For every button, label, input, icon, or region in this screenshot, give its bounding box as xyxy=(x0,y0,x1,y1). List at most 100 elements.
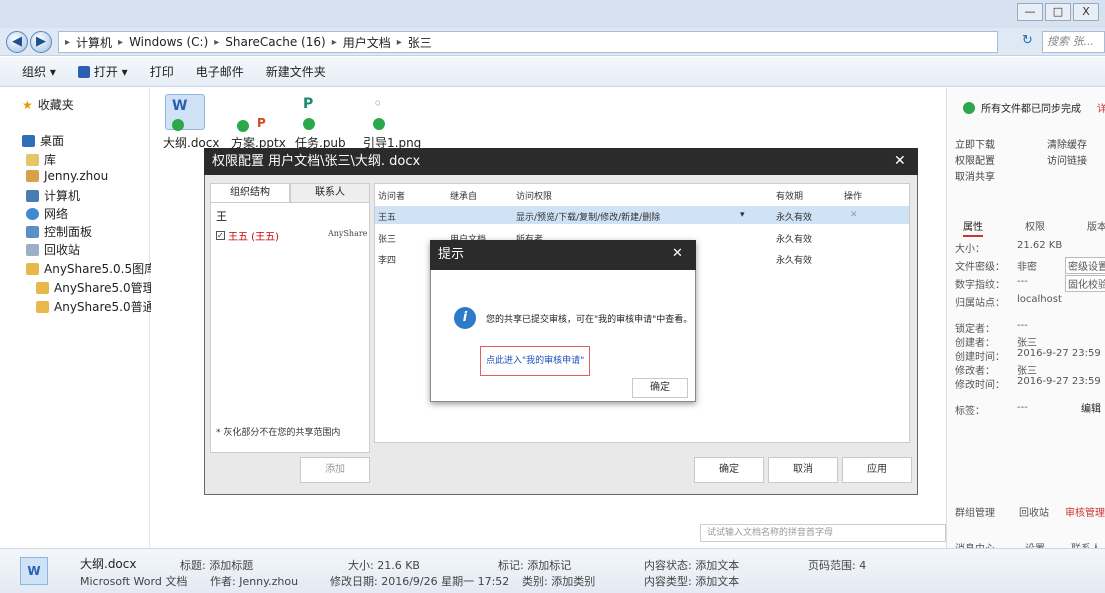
tab-properties[interactable]: 属性 xyxy=(963,218,983,237)
delete-row-button[interactable]: ✕ xyxy=(850,210,858,220)
breadcrumb-computer[interactable]: 计算机 xyxy=(76,34,112,51)
detail-link[interactable]: 详 xyxy=(1097,100,1105,115)
sidebar-item-anyshare-lib[interactable]: AnyShare5.0.5图库 xyxy=(26,260,156,277)
file-item-pptx[interactable]: P xyxy=(235,96,275,132)
info-icon: i xyxy=(454,307,476,329)
add-button[interactable]: 添加 xyxy=(300,457,370,483)
back-button[interactable]: ◀ xyxy=(6,31,28,53)
clear-cache-button[interactable]: 清除缓存 xyxy=(1047,136,1087,151)
sidebar-item-recycle[interactable]: 回收站 xyxy=(26,241,80,258)
my-audit-request-link[interactable]: 点此进入"我的审核申请" xyxy=(480,346,590,376)
folder-icon xyxy=(36,281,49,294)
breadcrumb-zhangsan[interactable]: 张三 xyxy=(408,34,432,51)
secret-level-button[interactable]: 密级设置 xyxy=(1065,257,1105,274)
details-category[interactable]: 类别: 添加类别 xyxy=(522,573,595,589)
file-item-png[interactable]: ◦ xyxy=(369,92,409,130)
dropdown-icon[interactable]: ▾ xyxy=(740,210,745,220)
star-icon: ★ xyxy=(22,97,33,112)
details-pane: W 大纲.docx Microsoft Word 文档 标题: 添加标题 作者:… xyxy=(0,548,1105,593)
tags-value: --- xyxy=(1017,402,1028,413)
chevron-right-icon: ▸ xyxy=(331,36,337,48)
download-now-button[interactable]: 立即下载 xyxy=(955,136,995,151)
access-link-button[interactable]: 访问链接 xyxy=(1047,152,1087,167)
sidebar-label: 网络 xyxy=(44,207,69,221)
permission-config-button[interactable]: 权限配置 xyxy=(955,152,995,167)
nav-audit-manage[interactable]: 审核管理 xyxy=(1065,504,1105,519)
cancel-share-button[interactable]: 取消共享 xyxy=(955,168,995,183)
cell-expiry[interactable]: 永久有效 xyxy=(776,210,812,223)
details-filetype: Microsoft Word 文档 xyxy=(80,575,188,588)
sidebar-item-favorites[interactable]: ★ 收藏夹 xyxy=(22,96,74,113)
print-button[interactable]: 打印 xyxy=(150,63,174,80)
search-input[interactable]: 搜索 张... xyxy=(1042,31,1105,53)
cell-expiry: 永久有效 xyxy=(776,256,813,266)
cancel-button[interactable]: 取消 xyxy=(768,457,838,483)
sidebar-label: 计算机 xyxy=(44,189,81,203)
meta-key: 锁定者： xyxy=(955,324,995,335)
open-menu[interactable]: 打开 ▾ xyxy=(77,63,128,80)
col-operation: 操作 xyxy=(844,192,863,202)
tab-permissions[interactable]: 权限 xyxy=(1025,218,1045,233)
recycle-bin-icon xyxy=(26,243,39,256)
apply-button[interactable]: 应用 xyxy=(842,457,912,483)
prop-key: 归属站点： xyxy=(955,298,1005,309)
org-search-input[interactable]: 王 xyxy=(216,208,227,224)
fixation-check-button[interactable]: 固化校验 xyxy=(1065,275,1105,292)
checkbox-icon[interactable]: ✓ xyxy=(216,231,225,240)
breadcrumb-drive[interactable]: Windows (C:) xyxy=(129,35,208,49)
check-circle-icon xyxy=(963,101,975,114)
maximize-button[interactable]: □ xyxy=(1045,3,1071,21)
navigation-pane: ★ 收藏夹 桌面 库 Jenny.zhou 计算机 网络 控制面板 回收站 Any… xyxy=(0,88,179,548)
address-bar[interactable]: ▸ 计算机 ▸ Windows (C:) ▸ ShareCache (16) ▸ 用户… xyxy=(58,31,998,53)
details-content-status[interactable]: 内容状态: 添加文本 xyxy=(644,557,739,573)
breadcrumb-sharecache[interactable]: ShareCache (16) xyxy=(225,35,325,49)
minimize-button[interactable]: — xyxy=(1017,3,1043,21)
image-icon: ◦ xyxy=(373,94,383,113)
details-content-type[interactable]: 内容类型: 添加文本 xyxy=(644,573,739,589)
tab-versions[interactable]: 版本 xyxy=(1087,218,1105,233)
cell-permission[interactable]: 显示/预览/下载/复制/修改/新建/删除 xyxy=(516,210,660,223)
dialog-close-button[interactable]: ✕ xyxy=(894,153,906,169)
tree-item[interactable]: ✓ 王五 (王五) xyxy=(216,228,279,243)
meta-key: 创建者： xyxy=(955,338,995,349)
sidebar-item-control-panel[interactable]: 控制面板 xyxy=(26,223,92,240)
word-icon: W xyxy=(172,98,188,114)
edit-tags-button[interactable]: 编辑 xyxy=(1081,400,1101,415)
sidebar-item-library[interactable]: 库 xyxy=(26,151,56,168)
sync-status: 所有文件都已同步完成 xyxy=(963,100,1081,115)
prompt-close-button[interactable]: ✕ xyxy=(672,246,683,261)
forward-button[interactable]: ▶ xyxy=(30,31,52,53)
sidebar-label: Jenny.zhou xyxy=(44,169,109,183)
file-item-docx[interactable]: W xyxy=(165,94,205,131)
pinyin-search-input[interactable]: 试试输入文档名称的拼音首字母 xyxy=(700,524,946,542)
close-window-button[interactable]: X xyxy=(1073,3,1099,21)
sidebar-item-user[interactable]: Jenny.zhou xyxy=(26,169,108,183)
sidebar-item-computer[interactable]: 计算机 xyxy=(26,187,80,204)
refresh-icon[interactable]: ↻ xyxy=(1022,33,1033,48)
prompt-ok-button[interactable]: 确定 xyxy=(632,378,688,398)
details-tags[interactable]: 标记: 添加标记 xyxy=(498,557,571,573)
nav-group-manage[interactable]: 群组管理 xyxy=(955,504,995,519)
email-button[interactable]: 电子邮件 xyxy=(196,63,244,80)
sidebar-item-anyshare-admin[interactable]: AnyShare5.0管理员 xyxy=(36,279,167,296)
chevron-right-icon: ▸ xyxy=(214,36,220,48)
details-title[interactable]: 标题: 添加标题 xyxy=(180,557,253,573)
sidebar-item-network[interactable]: 网络 xyxy=(26,205,68,222)
prompt-title: 提示 xyxy=(430,240,696,270)
new-folder-button[interactable]: 新建文件夹 xyxy=(266,63,326,80)
breadcrumb-user-docs[interactable]: 用户文档 xyxy=(343,34,391,51)
tab-contacts[interactable]: 联系人 xyxy=(290,183,370,203)
cell-visitor: 张三 xyxy=(378,235,397,245)
organize-menu[interactable]: 组织 ▾ xyxy=(22,63,56,80)
col-inherit: 继承自 xyxy=(450,192,478,202)
nav-recycle[interactable]: 回收站 xyxy=(1019,504,1049,519)
control-panel-icon xyxy=(26,225,39,238)
scope-note: * 灰化部分不在您的共享范围内 xyxy=(216,428,341,438)
sidebar-label: 控制面板 xyxy=(44,225,93,239)
tab-org-structure[interactable]: 组织结构 xyxy=(210,183,290,203)
anyshare-panel: 所有文件都已同步完成 详 立即下载 清除缓存 权限配置 访问链接 取消共享 属性… xyxy=(946,88,1105,555)
details-author[interactable]: 作者: Jenny.zhou xyxy=(210,573,298,589)
file-item-pub[interactable]: P xyxy=(299,92,339,130)
ok-button[interactable]: 确定 xyxy=(694,457,764,483)
sidebar-item-desktop[interactable]: 桌面 xyxy=(22,132,64,149)
